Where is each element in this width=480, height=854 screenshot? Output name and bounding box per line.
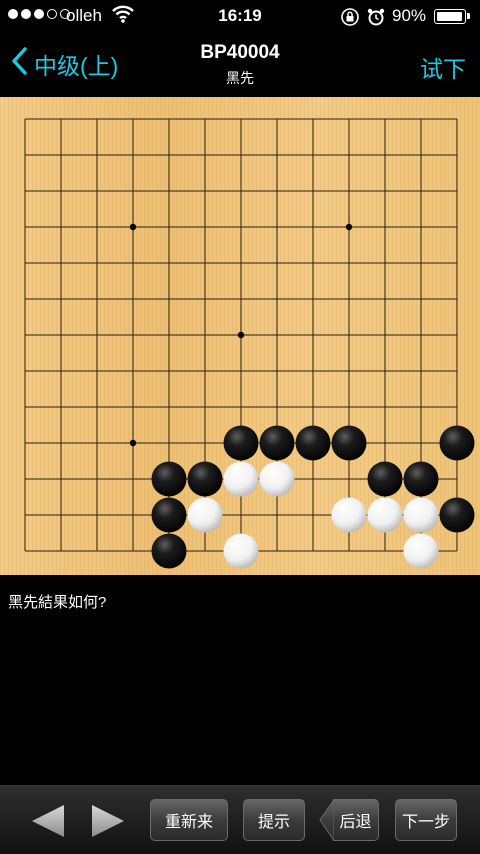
status-bar: olleh 16:19 90%: [0, 0, 480, 34]
battery-percentage: 90%: [392, 6, 427, 25]
next-arrow-button[interactable]: [90, 804, 126, 843]
star-point: [345, 223, 353, 231]
next-step-button[interactable]: 下一步: [395, 799, 457, 841]
black-stone: [223, 425, 259, 461]
hint-button[interactable]: 提示: [243, 799, 305, 841]
black-stone: [151, 461, 187, 497]
black-stone: [295, 425, 331, 461]
star-point: [129, 223, 137, 231]
battery-icon: [434, 9, 470, 24]
white-stone: [223, 533, 259, 569]
black-stone: [331, 425, 367, 461]
try-play-button[interactable]: 试下: [420, 50, 466, 84]
undo-notch: [319, 799, 334, 841]
rotation-lock-icon: [340, 7, 360, 32]
black-stone: [439, 425, 475, 461]
go-board-grid: [24, 118, 475, 569]
triangle-left-icon: [32, 805, 64, 837]
problem-question: 黑先結果如何?: [8, 594, 107, 611]
white-stone: [331, 497, 367, 533]
undo-button[interactable]: 后退: [319, 799, 379, 841]
white-stone: [259, 461, 295, 497]
navigation-bar: 中级(上) BP40004 黑先 试下: [0, 34, 480, 96]
black-stone: [439, 497, 475, 533]
black-stone: [187, 461, 223, 497]
bottom-toolbar: 重新来 提示 后退 下一步: [0, 785, 480, 854]
undo-label: 后退: [339, 814, 372, 831]
previous-arrow-button[interactable]: [30, 804, 66, 843]
white-stone: [223, 461, 259, 497]
black-stone: [367, 461, 403, 497]
white-stone: [403, 533, 439, 569]
black-stone: [151, 497, 187, 533]
star-point: [129, 439, 137, 447]
white-stone: [403, 497, 439, 533]
white-stone: [187, 497, 223, 533]
star-point: [237, 331, 245, 339]
restart-button[interactable]: 重新来: [150, 799, 228, 841]
white-stone: [367, 497, 403, 533]
triangle-right-icon: [92, 805, 124, 837]
go-board[interactable]: [0, 97, 480, 575]
black-stone: [151, 533, 187, 569]
black-stone: [403, 461, 439, 497]
alarm-icon: [366, 7, 386, 32]
page-subtitle: 黑先: [226, 70, 254, 86]
black-stone: [259, 425, 295, 461]
page-title: BP40004: [200, 42, 280, 63]
